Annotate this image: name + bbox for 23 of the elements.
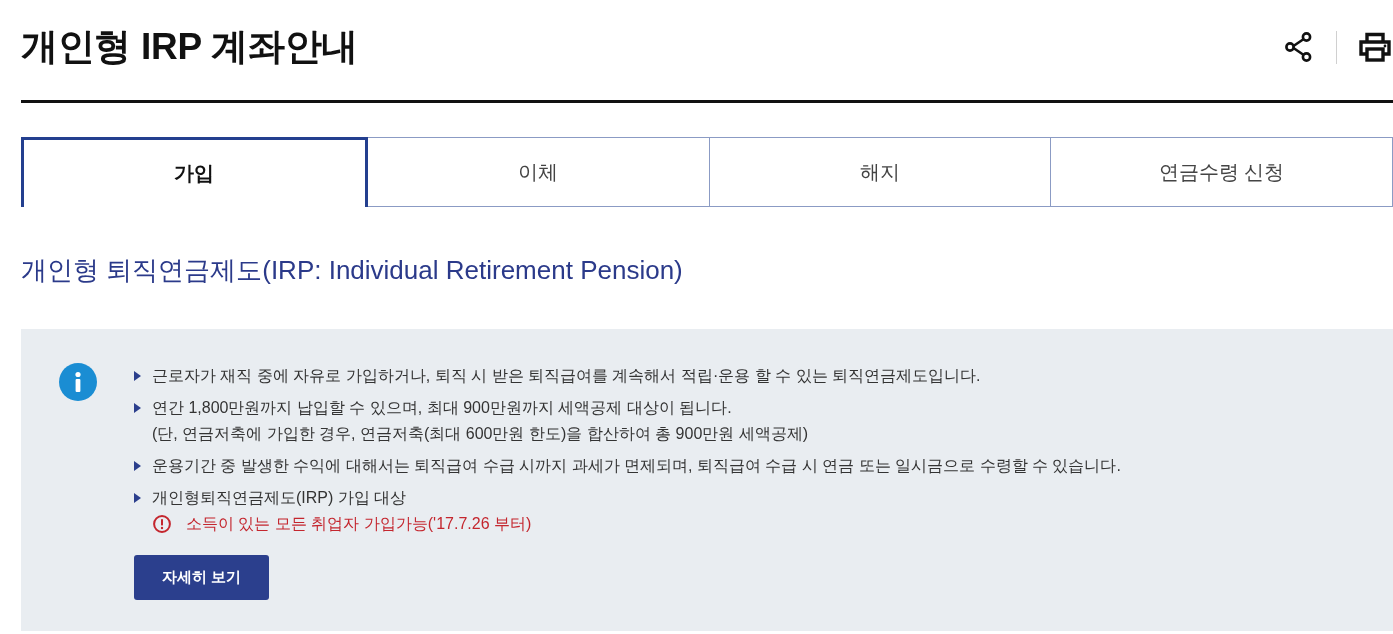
- bullet-text: 근로자가 재직 중에 자유로 가입하거나, 퇴직 시 받은 퇴직급여를 계속해서 적립·운용 할 수 있는 퇴직연금제도입니다.: [152, 366, 981, 386]
- bullet-triangle-icon: [134, 371, 141, 381]
- note-text: (단, 연금저축에 가입한 경우, 연금저축(최대 600만원 한도)을 합산하여 총 900만원 세액공제): [152, 424, 810, 444]
- share-button[interactable]: [1285, 32, 1312, 62]
- print-button[interactable]: [1359, 32, 1391, 62]
- exclamation-circle-icon: [153, 515, 171, 533]
- info-icon: [59, 363, 97, 401]
- view-details-button[interactable]: 자세히 보기: [134, 555, 269, 600]
- section-heading: 개인형 퇴직연금제도(IRP: Individual Retirement Pension): [21, 254, 684, 287]
- bullet-text: 연간 1,800만원까지 납입할 수 있으며, 최대 900만원까지 세액공제 대상이 됩니다.: [152, 398, 732, 418]
- tab[interactable]: 이체: [366, 137, 710, 207]
- page-title: 개인형 IRP 계좌안내: [21, 25, 358, 69]
- alert-text: 소득이 있는 모든 취업자 가입가능('17.7.26 부터): [186, 513, 532, 534]
- tab[interactable]: 해지: [708, 137, 1052, 207]
- tab[interactable]: 가입: [21, 137, 368, 207]
- share-icon: [1285, 32, 1312, 62]
- bullet-triangle-icon: [134, 461, 141, 471]
- tab[interactable]: 연금수령 신청: [1050, 137, 1393, 207]
- bullet-triangle-icon: [134, 493, 141, 503]
- print-icon: [1359, 32, 1391, 62]
- bullet-text: 개인형퇴직연금제도(IRP) 가입 대상: [152, 488, 407, 508]
- bullet-triangle-icon: [134, 403, 141, 413]
- bullet-text: 운용기간 중 발생한 수익에 대해서는 퇴직급여 수급 시까지 과세가 면제되며, 퇴직급여 수급 시 연금 또는 일시금으로 수령할 수 있습니다.: [152, 456, 1121, 476]
